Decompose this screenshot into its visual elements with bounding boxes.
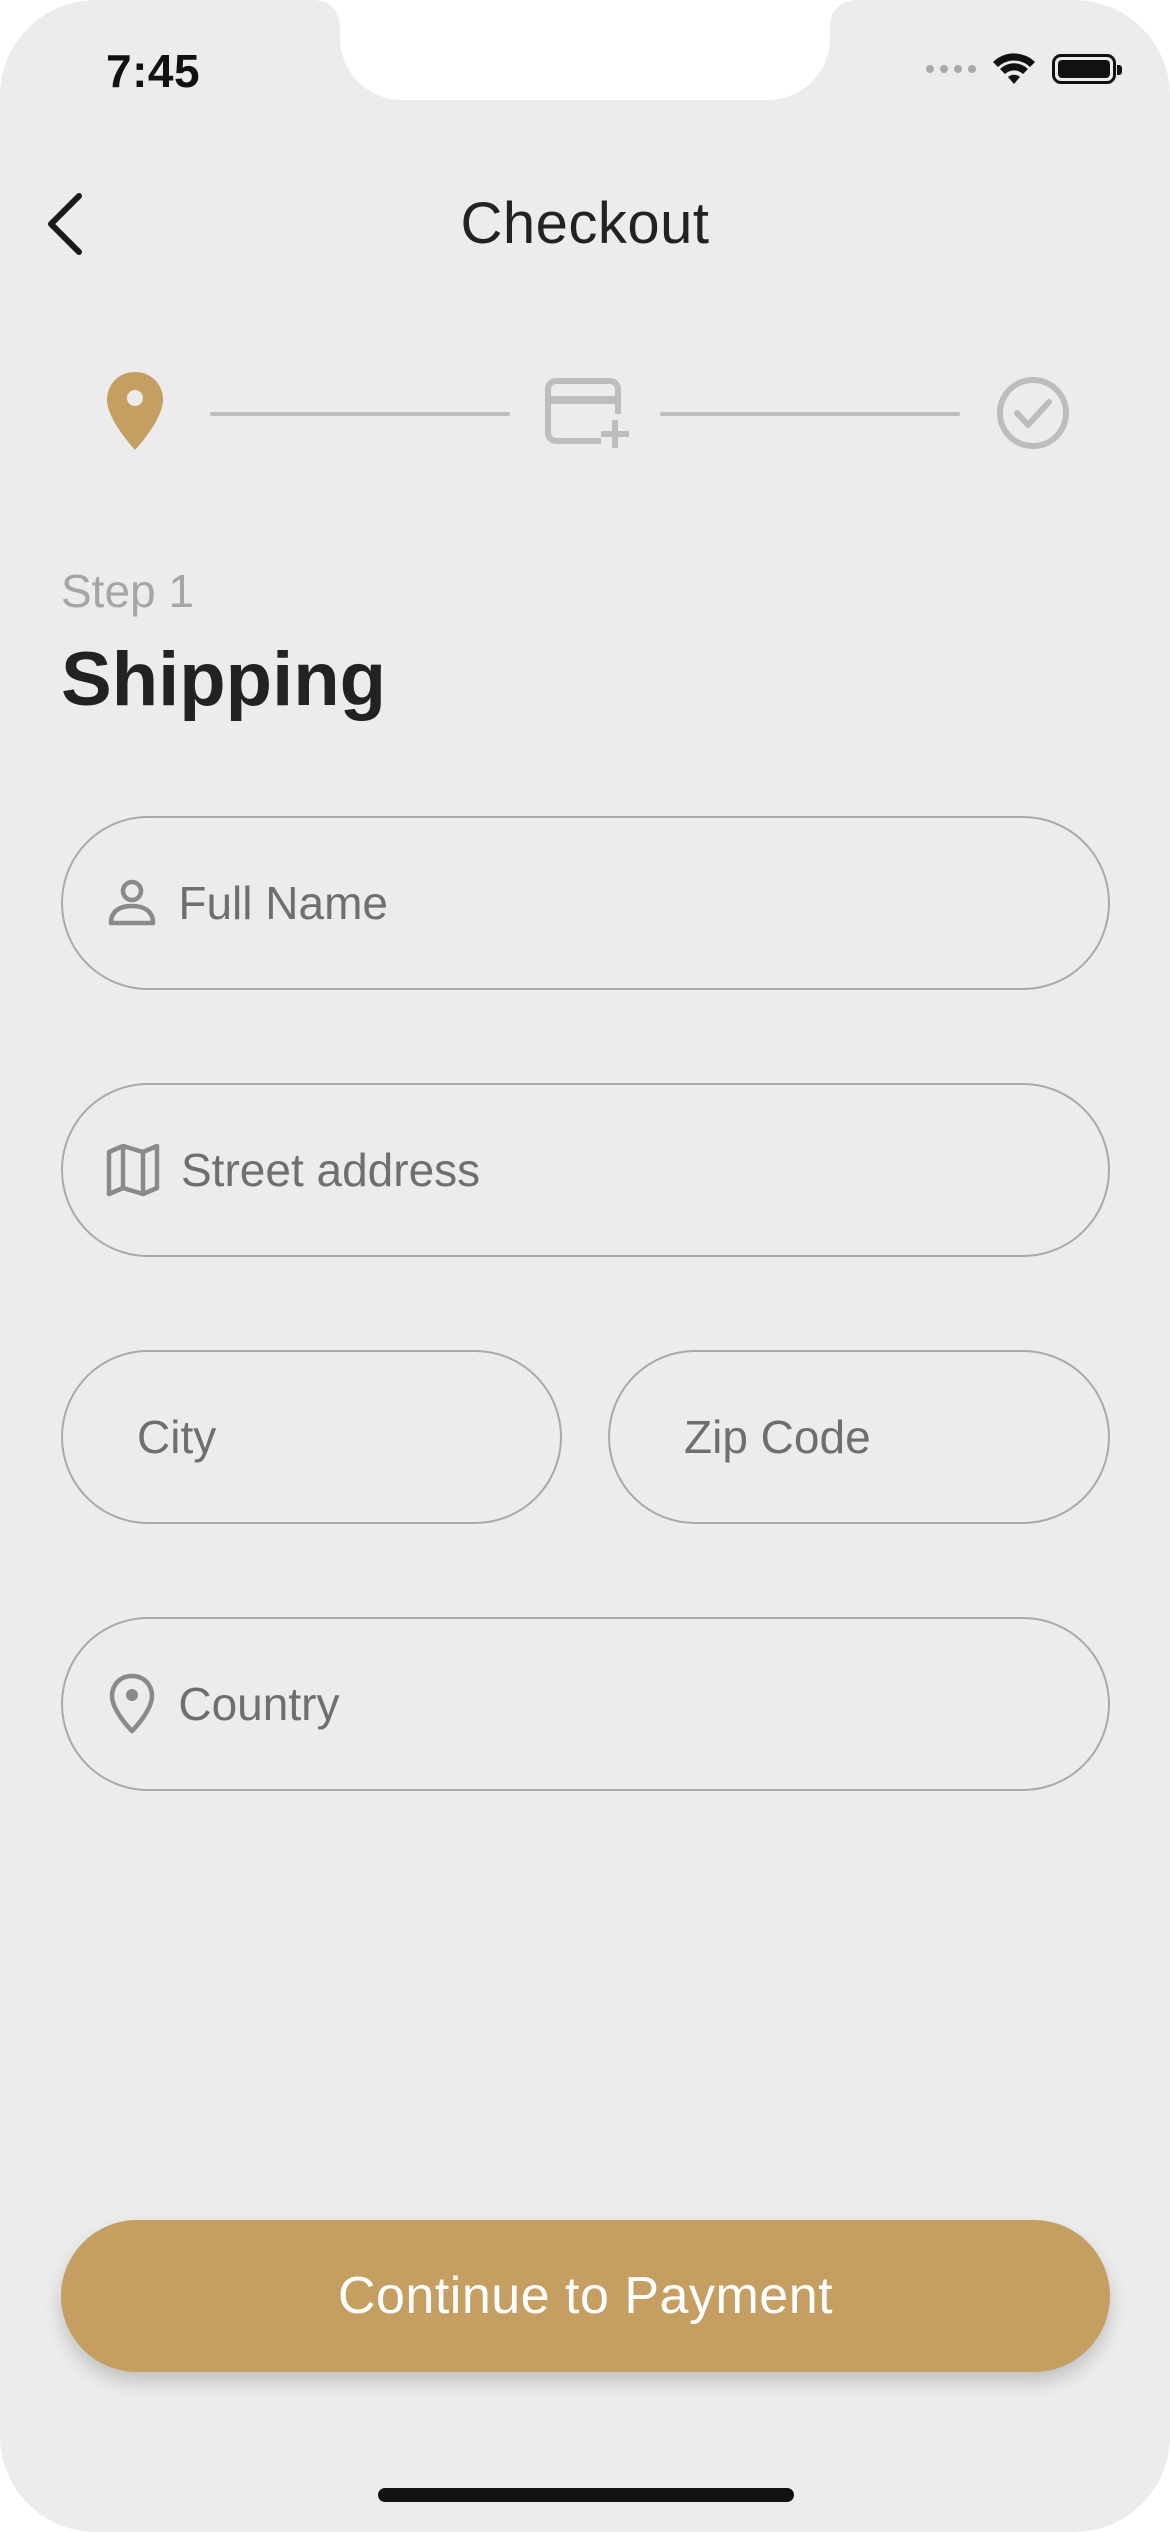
zip-code-input[interactable]	[684, 1410, 1108, 1464]
checkout-stepper	[100, 370, 1080, 460]
country-field[interactable]	[61, 1617, 1110, 1791]
check-circle-icon	[997, 377, 1069, 449]
city-field[interactable]	[61, 1350, 562, 1524]
location-pin-icon	[105, 1673, 158, 1734]
zip-code-field[interactable]	[608, 1350, 1110, 1524]
cellular-signal-icon	[926, 65, 976, 73]
battery-icon	[1052, 54, 1122, 84]
status-icons	[926, 52, 1122, 86]
step-label: Step 1	[61, 565, 194, 617]
section-title: Shipping	[61, 637, 387, 722]
location-pin-icon	[107, 372, 163, 450]
stepper-line-1	[210, 412, 510, 416]
street-address-input[interactable]	[181, 1143, 1108, 1197]
continue-to-payment-button[interactable]: Continue to Payment	[61, 2220, 1110, 2372]
page-title: Checkout	[460, 191, 710, 256]
city-input[interactable]	[137, 1410, 560, 1464]
full-name-input[interactable]	[178, 876, 1108, 930]
notch	[316, 0, 854, 100]
stepper-line-2	[660, 412, 960, 416]
continue-to-payment-label: Continue to Payment	[337, 2267, 834, 2325]
map-icon	[105, 1140, 161, 1200]
add-card-icon	[545, 378, 629, 448]
wifi-icon	[993, 53, 1035, 84]
country-input[interactable]	[178, 1677, 1108, 1731]
street-address-field[interactable]	[61, 1083, 1110, 1257]
home-indicator[interactable]	[378, 2488, 794, 2502]
full-name-field[interactable]	[61, 816, 1110, 990]
phone-screen: 7:45 Checkout Step 1 Shipping Full Name …	[0, 0, 1170, 2532]
person-icon	[105, 873, 158, 933]
status-time: 7:45	[106, 45, 201, 97]
